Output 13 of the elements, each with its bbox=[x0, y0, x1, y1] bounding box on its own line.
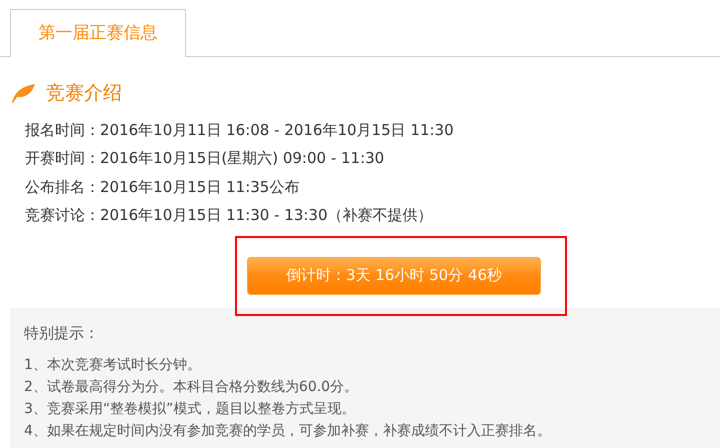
tab[interactable]: 第一届正赛信息 bbox=[10, 9, 186, 57]
info-line: 竞赛讨论：2016年10月15日 11:30 - 13:30（补赛不提供） bbox=[25, 205, 434, 226]
info-line: 公布排名：2016年10月15日 11:35公布 bbox=[25, 176, 300, 198]
section-title: 竞赛介绍 bbox=[46, 81, 122, 106]
note-item: 1、本次竞赛考试时长分钟。 bbox=[24, 356, 202, 375]
note-item: 3、竞赛采用“整卷模拟”模式，题目以整卷方式呈现。 bbox=[24, 400, 356, 419]
notes-title: 特别提示： bbox=[24, 322, 100, 344]
info-line: 报名时间：2016年10月11日 16:08 - 2016年10月15日 11:30 bbox=[25, 120, 455, 140]
info-line: 开赛时间：2016年10月15日(星期六) 09:00 - 11:30 bbox=[25, 148, 386, 169]
note-item: 2、试卷最高得分为分。本科目合格分数线为60.0分。 bbox=[24, 378, 360, 397]
countdown-button[interactable]: 倒计时：3天 16小时 50分 46秒 bbox=[247, 256, 541, 294]
leaf-icon bbox=[10, 83, 36, 104]
note-item: 4、如果在规定时间内没有参加竞赛的学员，可参加补赛，补赛成绩不计入正赛排名。 bbox=[24, 422, 552, 441]
